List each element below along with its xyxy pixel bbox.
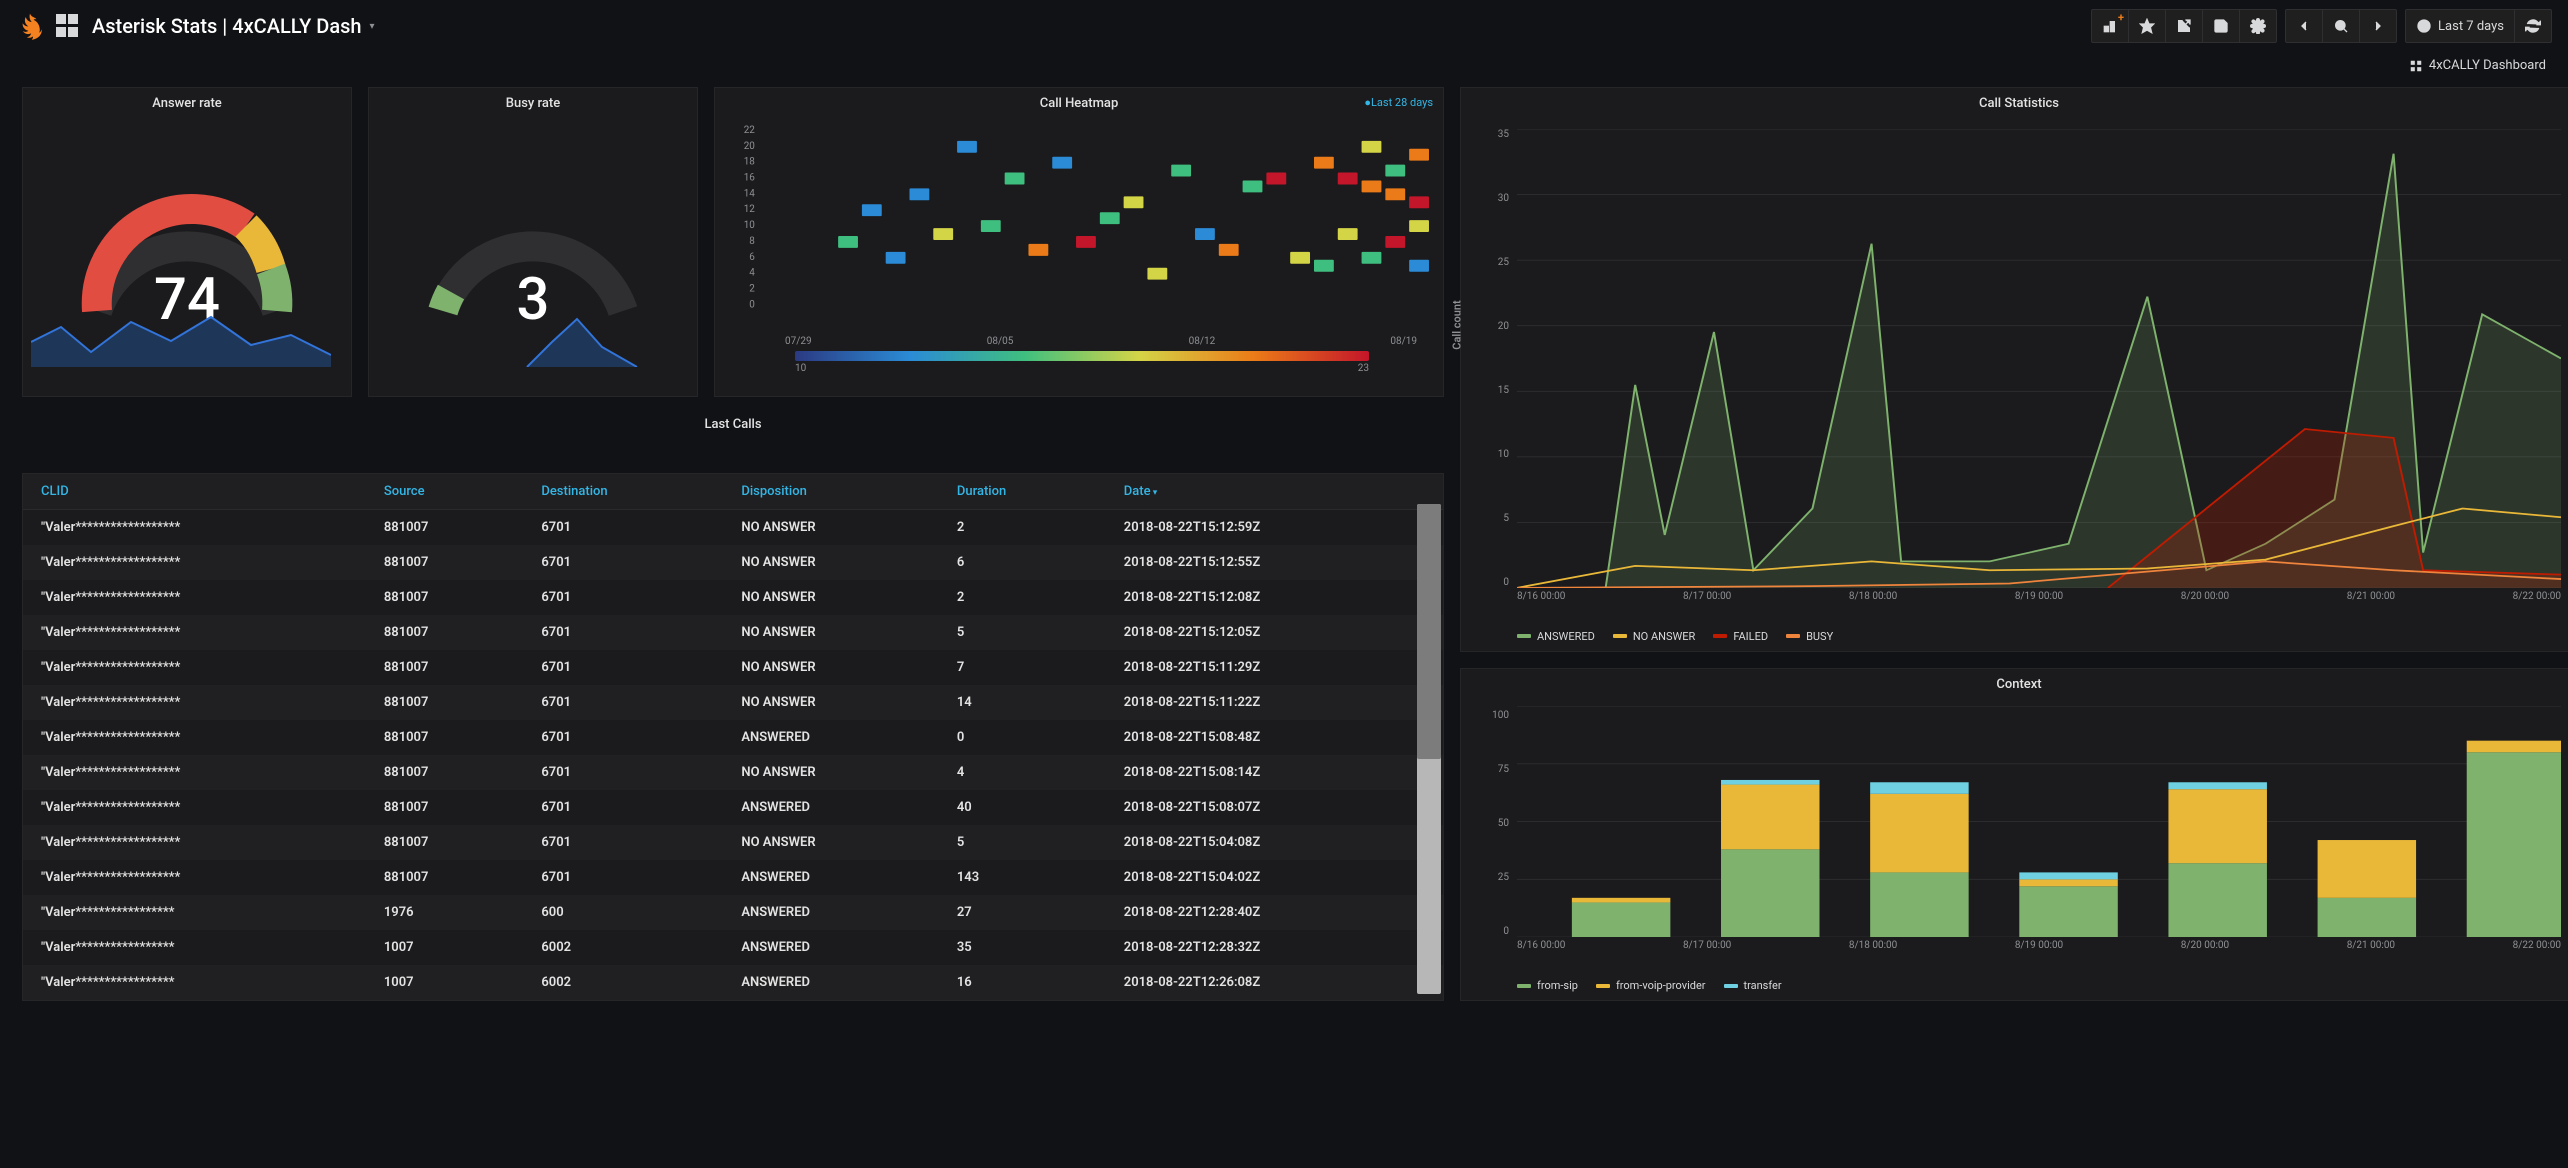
table-row[interactable]: "Valer******************8810076701ANSWER… [23,790,1443,825]
dashboard-link-icon [2409,59,2423,73]
save-button[interactable] [2203,10,2240,42]
panel-title: Answer rate [23,88,351,111]
quick-links-row: 4xCALLY Dashboard [0,52,2568,87]
quick-link-label: 4xCALLY Dashboard [2429,58,2546,73]
panel-context[interactable]: Context 1007550250 8/16 00:008/17 00:008… [1460,668,2568,1001]
answer-sparkline-icon [31,307,331,367]
panel-call-statistics[interactable]: Call Statistics Call count 3530252015105… [1460,87,2568,652]
table-row[interactable]: "Valer*****************10076002ANSWERED1… [23,965,1443,1000]
context-x-ticks: 8/16 00:008/17 00:008/18 00:008/19 00:00… [1517,940,2561,951]
stats-x-ticks: 8/16 00:008/17 00:008/18 00:008/19 00:00… [1517,591,2561,602]
panel-title: Call Statistics [1461,88,2568,111]
grafana-logo-icon[interactable] [16,12,44,40]
table-header[interactable]: Date [1106,474,1443,510]
legend-item[interactable]: FAILED [1713,630,1768,643]
legend-item[interactable]: BUSY [1786,630,1833,643]
table-header[interactable]: CLID [23,474,366,510]
legend-item[interactable]: transfer [1724,979,1782,992]
heatmap-chart-icon: 2220181614121086420 [735,121,1429,329]
heatmap-x-axis: 07/2908/0508/1208/19 [735,332,1429,347]
svg-text:18: 18 [744,157,756,168]
busy-sparkline-icon [377,307,677,367]
zoom-out-button[interactable] [2323,10,2360,42]
table-header[interactable]: Source [366,474,524,510]
call-stats-chart-icon [1517,129,2561,588]
panel-title: Busy rate [369,88,697,111]
dashboard-title[interactable]: Asterisk Stats | 4xCALLY Dash ▾ [92,14,375,38]
time-range-label: Last 7 days [2438,19,2504,34]
stats-legend: ANSWERED NO ANSWER FAILED BUSY [1461,626,2568,651]
scrollbar-thumb[interactable] [1417,504,1441,759]
table-row[interactable]: "Valer******************8810076701ANSWER… [23,720,1443,755]
context-legend: from-sip from-voip-provider transfer [1461,975,2568,1000]
legend-item[interactable]: from-voip-provider [1596,979,1706,992]
4xcally-dashboard-link[interactable]: 4xCALLY Dashboard [2409,58,2546,73]
table-row[interactable]: "Valer*****************1976600ANSWERED27… [23,895,1443,930]
panel-call-heatmap[interactable]: Call Heatmap Last 28 days 22201816141210… [714,87,1444,397]
table-header[interactable]: Duration [939,474,1106,510]
table-row[interactable]: "Valer*****************10076002ANSWERED3… [23,930,1443,965]
share-button[interactable] [2166,10,2203,42]
svg-text:12: 12 [744,204,756,215]
panel-busy-rate[interactable]: Busy rate 3 [368,87,698,397]
refresh-button[interactable] [2515,10,2551,42]
dashboard-picker-icon[interactable] [56,14,80,38]
heatmap-color-scale: 10 23 [795,351,1369,361]
legend-item[interactable]: from-sip [1517,979,1578,992]
svg-text:22: 22 [744,125,756,136]
panel-last-calls[interactable]: CLIDSourceDestinationDispositionDuration… [22,473,1444,1001]
panel-title-last-calls: Last Calls [22,413,1444,457]
legend-item[interactable]: NO ANSWER [1613,630,1696,643]
table-row[interactable]: "Valer******************8810076701NO ANS… [23,755,1443,790]
svg-text:4: 4 [749,268,755,279]
svg-text:6: 6 [749,252,755,263]
y-axis-label: Call count [1451,301,1464,351]
svg-text:20: 20 [744,141,755,152]
svg-text:2: 2 [749,284,755,295]
svg-text:10: 10 [744,220,755,231]
panel-title: Call Heatmap [715,88,1443,111]
legend-item[interactable]: ANSWERED [1517,630,1595,643]
context-chart-icon [1517,706,2561,937]
top-nav: Asterisk Stats | 4xCALLY Dash ▾ [0,0,2568,52]
settings-button[interactable] [2240,10,2276,42]
panel-answer-rate[interactable]: Answer rate 74 [22,87,352,397]
svg-text:14: 14 [744,188,756,199]
context-y-ticks: 1007550250 [1483,710,1509,937]
panel-title: Context [1461,669,2568,692]
stats-y-ticks: 35302520151050 [1483,129,1509,588]
table-row[interactable]: "Valer******************8810076701ANSWER… [23,860,1443,895]
last-calls-table: CLIDSourceDestinationDispositionDuration… [23,474,1443,1000]
table-row[interactable]: "Valer******************8810076701NO ANS… [23,545,1443,580]
add-panel-button[interactable] [2092,10,2129,42]
table-row[interactable]: "Valer******************8810076701NO ANS… [23,510,1443,546]
table-row[interactable]: "Valer******************8810076701NO ANS… [23,685,1443,720]
table-scrollbar[interactable] [1417,504,1441,994]
heatmap-annotation: Last 28 days [1364,96,1433,109]
table-row[interactable]: "Valer******************8810076701NO ANS… [23,650,1443,685]
table-row[interactable]: "Valer******************8810076701NO ANS… [23,615,1443,650]
svg-text:8: 8 [749,236,755,247]
svg-text:0: 0 [749,299,755,310]
svg-text:16: 16 [744,172,756,183]
table-header[interactable]: Disposition [723,474,939,510]
star-button[interactable] [2129,10,2166,42]
chevron-down-icon: ▾ [370,21,375,32]
time-back-button[interactable] [2286,10,2323,42]
table-row[interactable]: "Valer******************8810076701NO ANS… [23,825,1443,860]
time-range-button[interactable]: Last 7 days [2406,10,2515,42]
table-header[interactable]: Destination [523,474,723,510]
clock-icon [2416,18,2432,34]
table-row[interactable]: "Valer******************8810076701NO ANS… [23,580,1443,615]
time-forward-button[interactable] [2360,10,2396,42]
